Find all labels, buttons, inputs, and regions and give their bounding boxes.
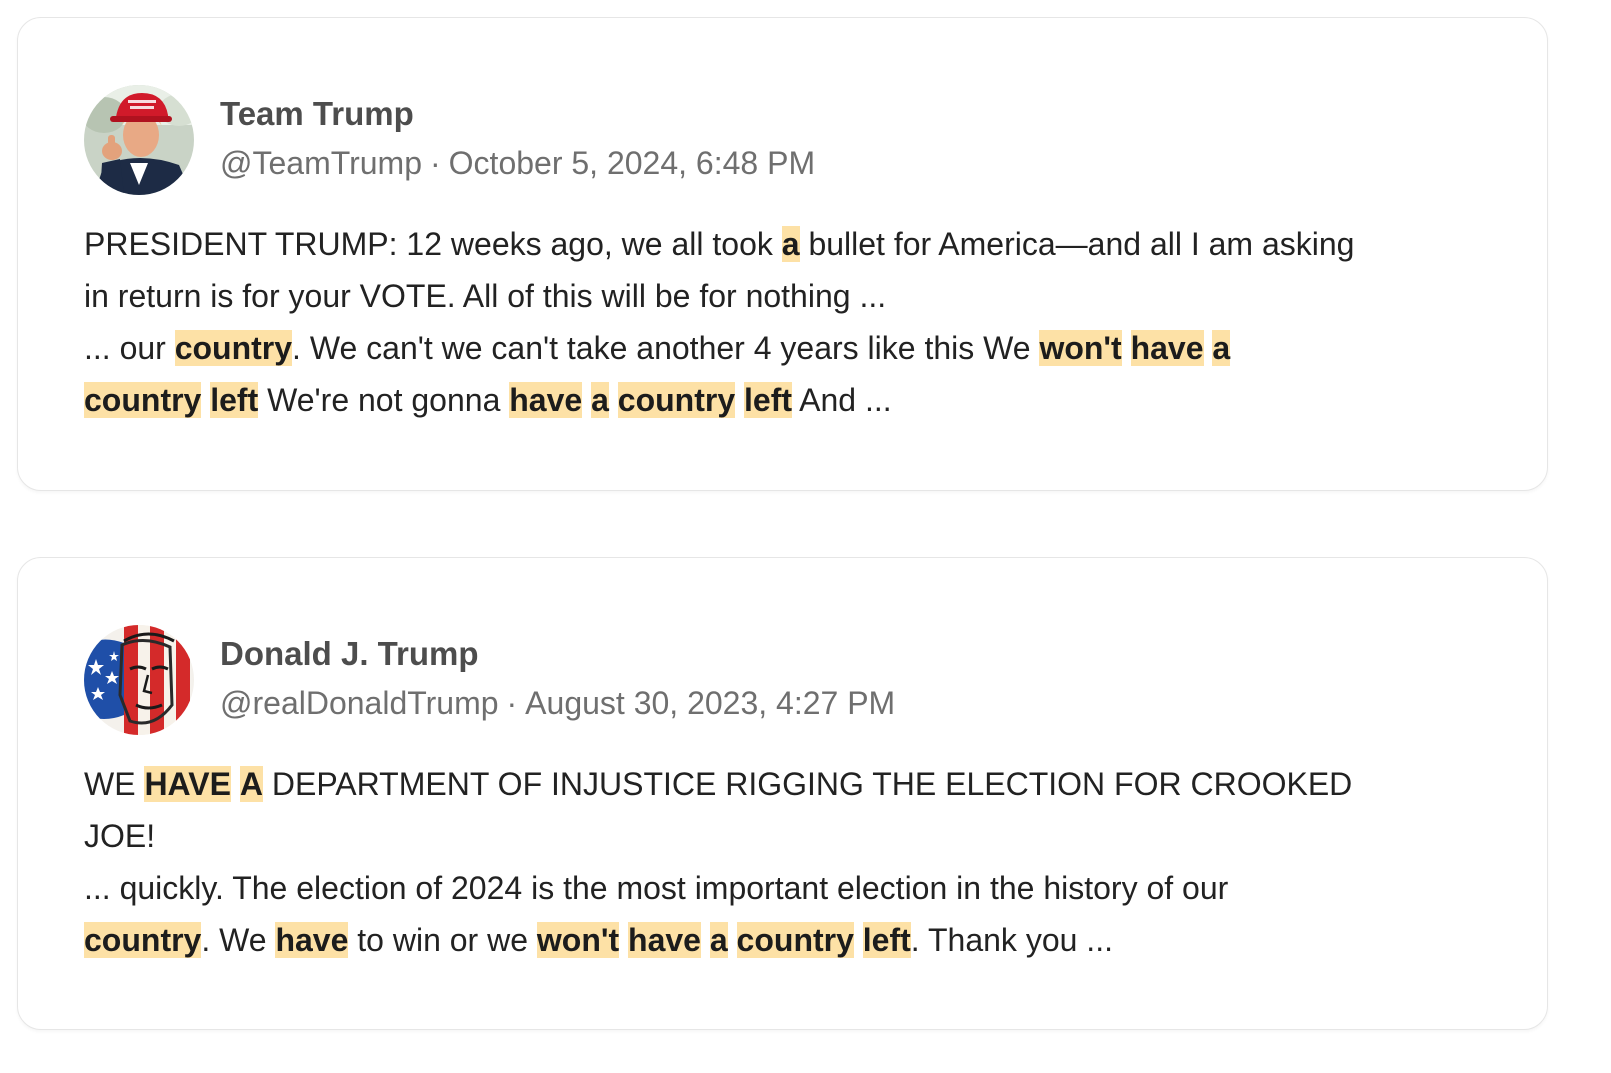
portrait-red-cap-icon [84, 85, 194, 195]
author-handle[interactable]: @TeamTrump [220, 145, 422, 181]
post-text: We're not gonna [258, 382, 510, 418]
post-meta: @realDonaldTrump · August 30, 2023, 4:27 P… [220, 685, 895, 722]
post-timestamp[interactable]: October 5, 2024, 6:48 PM [449, 145, 815, 181]
highlighted-term: country [84, 922, 202, 958]
post-text [619, 922, 628, 958]
highlighted-term: left [744, 382, 792, 418]
post-text: . Thank you ... [910, 922, 1113, 958]
post-text [231, 766, 240, 802]
post-text-line: country left We're not gonna have a coun… [84, 374, 1504, 426]
post-text: . We [201, 922, 276, 958]
highlighted-term: country [736, 922, 854, 958]
highlighted-term: country [617, 382, 736, 418]
meta-separator: · [430, 145, 441, 181]
highlighted-term: a [591, 382, 609, 418]
post-text [201, 382, 210, 418]
post-text [701, 922, 710, 958]
author-name[interactable]: Team Trump [220, 95, 414, 133]
post-text: bullet for America—and all I am asking [799, 226, 1355, 262]
highlighted-term: left [862, 922, 911, 958]
post-meta: @TeamTrump · October 5, 2024, 6:48 PM [220, 145, 815, 182]
highlighted-term: have [628, 922, 701, 958]
post-text: ... our [84, 330, 175, 366]
post-text-line: JOE! [84, 810, 1504, 862]
post-text: DEPARTMENT OF INJUSTICE RIGGING THE ELEC… [262, 766, 1353, 802]
post-text-line: ... our country. We can't we can't take … [84, 322, 1504, 374]
highlighted-term: have [1130, 330, 1204, 366]
post-text-line: ... quickly. The election of 2024 is the… [84, 862, 1504, 914]
post-card[interactable]: Donald J. Trump @realDonaldTrump · August … [17, 557, 1548, 1030]
post-text: ... quickly. The election of 2024 is the… [84, 870, 1229, 906]
post-text [854, 922, 863, 958]
meta-separator: · [506, 685, 518, 721]
highlighted-term: a [709, 922, 728, 958]
highlighted-term: country [174, 330, 293, 366]
highlighted-term: won't [536, 922, 620, 958]
post-card[interactable]: Team Trump @TeamTrump · October 5, 2024, 6… [17, 17, 1548, 491]
post-text: in return is for your VOTE. All of this … [84, 278, 887, 314]
avatar[interactable] [84, 85, 194, 195]
post-text: PRESIDENT TRUMP: 12 weeks ago, we all to… [84, 226, 782, 262]
post-text [1122, 330, 1131, 366]
post-text: . We can't we can't take another 4 years… [292, 330, 1040, 366]
post-text [735, 382, 744, 418]
highlighted-term: HAVE [144, 766, 231, 802]
post-body: PRESIDENT TRUMP: 12 weeks ago, we all to… [84, 218, 1504, 426]
highlighted-term: country [84, 382, 202, 418]
post-timestamp[interactable]: August 30, 2023, 4:27 PM [525, 685, 895, 721]
highlighted-term: left [210, 382, 259, 418]
post-text [582, 382, 591, 418]
post-text-line: in return is for your VOTE. All of this … [84, 270, 1504, 322]
author-name[interactable]: Donald J. Trump [220, 635, 479, 673]
highlighted-term: have [509, 382, 583, 418]
highlighted-term: a [781, 226, 800, 262]
post-text: to win or we [348, 922, 537, 958]
post-text-line: WE HAVE A DEPARTMENT OF INJUSTICE RIGGIN… [84, 758, 1504, 810]
avatar[interactable] [84, 625, 194, 735]
highlighted-term: A [239, 766, 263, 802]
highlighted-term: won't [1039, 330, 1122, 366]
post-text: JOE! [84, 818, 156, 854]
highlighted-term: a [1212, 330, 1231, 366]
portrait-flag-face-icon [84, 625, 194, 735]
post-text: WE [84, 766, 145, 802]
post-text [609, 382, 618, 418]
post-text-line: country. We have to win or we won't have… [84, 914, 1504, 966]
post-body: WE HAVE A DEPARTMENT OF INJUSTICE RIGGIN… [84, 758, 1504, 966]
post-text [728, 922, 737, 958]
post-text-line: PRESIDENT TRUMP: 12 weeks ago, we all to… [84, 218, 1504, 270]
highlighted-term: have [275, 922, 349, 958]
post-text: And ... [792, 382, 892, 418]
author-handle[interactable]: @realDonaldTrump [220, 685, 499, 721]
